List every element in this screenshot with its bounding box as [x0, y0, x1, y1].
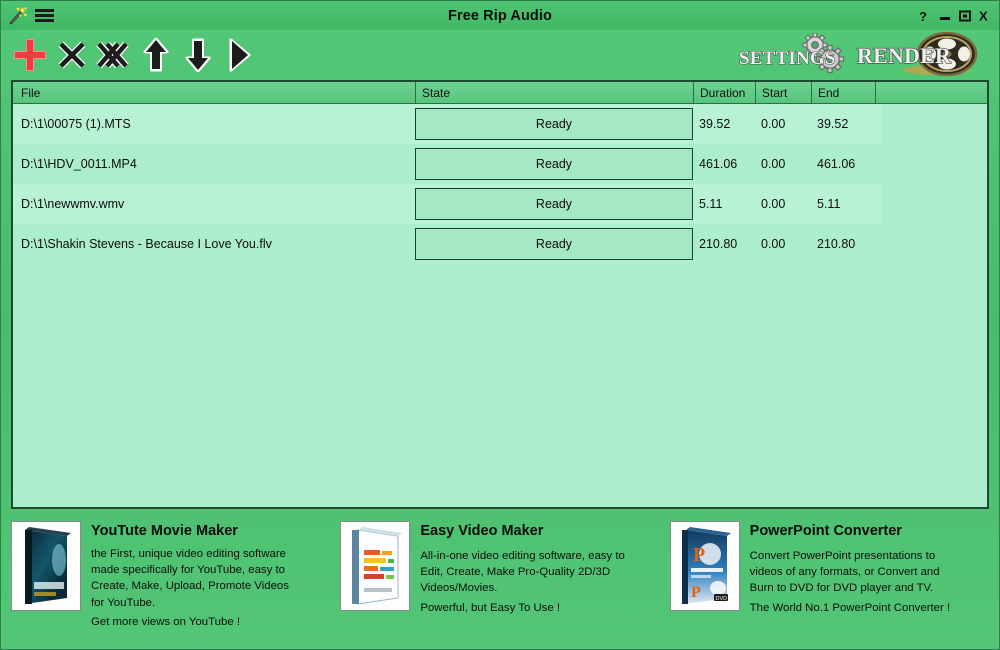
promo-footer: Powerful, but Easy To Use ! [420, 601, 561, 614]
column-header-spacer [875, 82, 987, 103]
minimize-icon[interactable] [938, 9, 951, 23]
settings-label: SETTINGS [739, 48, 836, 69]
title-bar-left [1, 6, 54, 26]
render-button[interactable]: RENDER [855, 32, 983, 78]
svg-text:P: P [693, 544, 705, 566]
state-badge[interactable]: Ready [415, 148, 693, 180]
play-button[interactable] [219, 34, 261, 76]
promo-footer: Get more views on YouTube ! [91, 615, 241, 628]
cell-end: 5.11 [817, 197, 841, 211]
arrow-up-icon [143, 38, 169, 72]
column-header-duration[interactable]: Duration [693, 82, 755, 103]
file-list-header: File State Duration Start End [13, 82, 987, 104]
cell-end: 461.06 [817, 157, 856, 171]
toolbar: SETTINGS RENDER [1, 30, 999, 80]
promo-text: PowerPoint Converter Convert PowerPoint … [750, 521, 950, 643]
software-box-easyvideo-icon [340, 521, 411, 611]
add-file-button[interactable] [9, 34, 51, 76]
cell-end: 210.80 [817, 237, 856, 251]
promo-footer: The World No.1 PowerPoint Converter ! [749, 601, 951, 614]
plus-icon [14, 39, 46, 71]
promo-powerpoint-converter[interactable]: P P DVD PowerPoint Converter Convert Pow… [669, 521, 989, 643]
svg-text:X: X [979, 9, 988, 22]
state-badge[interactable]: Ready [415, 228, 693, 260]
promo-easy-video-maker[interactable]: Easy Video Maker All-in-one video editin… [340, 521, 659, 643]
move-up-button[interactable] [135, 34, 177, 76]
close-x-icon[interactable]: X [978, 9, 991, 23]
promo-youtube-movie-maker[interactable]: YouTute Movie Maker the First, unique vi… [11, 521, 330, 643]
column-header-start[interactable]: Start [755, 82, 811, 103]
settings-button[interactable]: SETTINGS [737, 33, 847, 77]
question-mark-icon[interactable]: ? [918, 9, 931, 23]
arrow-down-icon [185, 38, 211, 72]
column-header-state[interactable]: State [415, 82, 693, 103]
svg-text:P: P [691, 584, 701, 601]
file-list-panel: File State Duration Start End D:\1\00075… [11, 80, 989, 509]
cell-duration: 210.80 [699, 237, 738, 251]
file-list-body: D:\1\00075 (1).MTS Ready 39.52 0.00 39.5… [13, 104, 987, 507]
promo-title: PowerPoint Converter [749, 523, 902, 539]
promo-title: Easy Video Maker [420, 523, 544, 539]
toolbar-right-group: SETTINGS RENDER [737, 32, 989, 78]
cell-file: D:\1\00075 (1).MTS [21, 117, 131, 131]
cell-duration: 461.06 [699, 157, 738, 171]
promo-description: Convert PowerPoint presentations to vide… [749, 550, 940, 595]
svg-text:DVD: DVD [715, 596, 727, 602]
move-down-button[interactable] [177, 34, 219, 76]
promo-description: the First, unique video editing software… [91, 548, 289, 609]
table-row[interactable]: D:\1\newwmv.wmv Ready 5.11 0.00 5.11 [13, 184, 987, 224]
maximize-icon[interactable] [958, 9, 971, 23]
promo-text: Easy Video Maker All-in-one video editin… [420, 521, 625, 643]
table-row[interactable]: D:\1\Shakin Stevens - Because I Love You… [13, 224, 987, 264]
cell-start: 0.00 [761, 117, 786, 131]
hamburger-menu-icon[interactable] [35, 8, 54, 23]
promo-text: YouTute Movie Maker the First, unique vi… [91, 521, 289, 643]
software-box-youtube-icon [11, 521, 81, 611]
magic-wand-icon [8, 6, 28, 26]
software-box-pptconverter-icon: P P DVD [669, 521, 740, 611]
promo-description: All-in-one video editing software, easy … [420, 550, 625, 595]
svg-text:?: ? [919, 9, 927, 23]
render-label: RENDER [857, 43, 952, 68]
page-title: Free Rip Audio [448, 7, 552, 24]
promo-title: YouTute Movie Maker [91, 523, 238, 539]
cell-duration: 5.11 [699, 197, 723, 211]
x-icon [58, 41, 86, 69]
remove-file-button[interactable] [51, 34, 93, 76]
state-badge[interactable]: Ready [415, 108, 693, 140]
cell-file: D:\1\Shakin Stevens - Because I Love You… [21, 237, 272, 251]
promo-area: YouTute Movie Maker the First, unique vi… [1, 509, 999, 649]
cell-file: D:\1\HDV_0011.MP4 [21, 157, 137, 171]
double-x-icon [96, 41, 129, 69]
cell-start: 0.00 [761, 197, 786, 211]
title-bar: Free Rip Audio ? X [1, 1, 999, 30]
window-controls: ? X [918, 9, 999, 23]
table-row[interactable]: D:\1\00075 (1).MTS Ready 39.52 0.00 39.5… [13, 104, 987, 144]
column-header-file[interactable]: File [13, 82, 415, 103]
column-header-end[interactable]: End [811, 82, 875, 103]
cell-end: 39.52 [817, 117, 849, 131]
cell-file: D:\1\newwmv.wmv [21, 197, 125, 211]
play-triangle-icon [229, 38, 251, 72]
state-badge[interactable]: Ready [415, 188, 693, 220]
table-row[interactable]: D:\1\HDV_0011.MP4 Ready 461.06 0.00 461.… [13, 144, 987, 184]
cell-start: 0.00 [761, 157, 786, 171]
cell-start: 0.00 [761, 237, 786, 251]
cell-duration: 39.52 [699, 117, 731, 131]
app-window: Free Rip Audio ? X SETTINGS RENDER File … [0, 0, 1000, 650]
remove-all-button[interactable] [93, 34, 135, 76]
